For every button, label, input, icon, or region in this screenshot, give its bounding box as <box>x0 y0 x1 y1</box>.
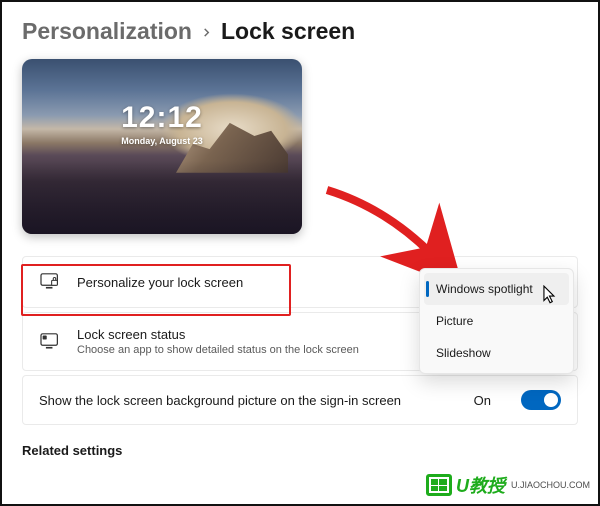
chevron-right-icon <box>202 24 211 40</box>
breadcrumb: Personalization Lock screen <box>22 18 578 45</box>
dropdown-item-picture[interactable]: Picture <box>424 305 569 337</box>
monitor-app-icon <box>39 331 61 353</box>
preview-date: Monday, August 23 <box>22 136 302 146</box>
signin-bg-toggle[interactable] <box>521 390 561 410</box>
background-mode-dropdown: Windows spotlight Picture Slideshow <box>419 268 574 374</box>
dropdown-item-spotlight[interactable]: Windows spotlight <box>424 273 569 305</box>
watermark-brand: U教授 <box>456 472 505 498</box>
dropdown-item-slideshow[interactable]: Slideshow <box>424 337 569 369</box>
preview-time: 12:12 <box>22 101 302 135</box>
monitor-lock-icon <box>39 271 61 293</box>
toggle-label: On <box>474 393 491 408</box>
breadcrumb-parent[interactable]: Personalization <box>22 18 192 45</box>
watermark: U教授 U.JIAOCHOU.COM <box>426 472 590 498</box>
windows-squares-icon <box>426 474 452 496</box>
signin-background-row: Show the lock screen background picture … <box>22 375 578 425</box>
watermark-url: U.JIAOCHOU.COM <box>511 480 590 490</box>
breadcrumb-current: Lock screen <box>221 18 355 45</box>
related-settings-header: Related settings <box>22 443 578 458</box>
signin-bg-title: Show the lock screen background picture … <box>39 393 458 408</box>
lock-screen-preview: 12:12 Monday, August 23 <box>22 59 302 234</box>
